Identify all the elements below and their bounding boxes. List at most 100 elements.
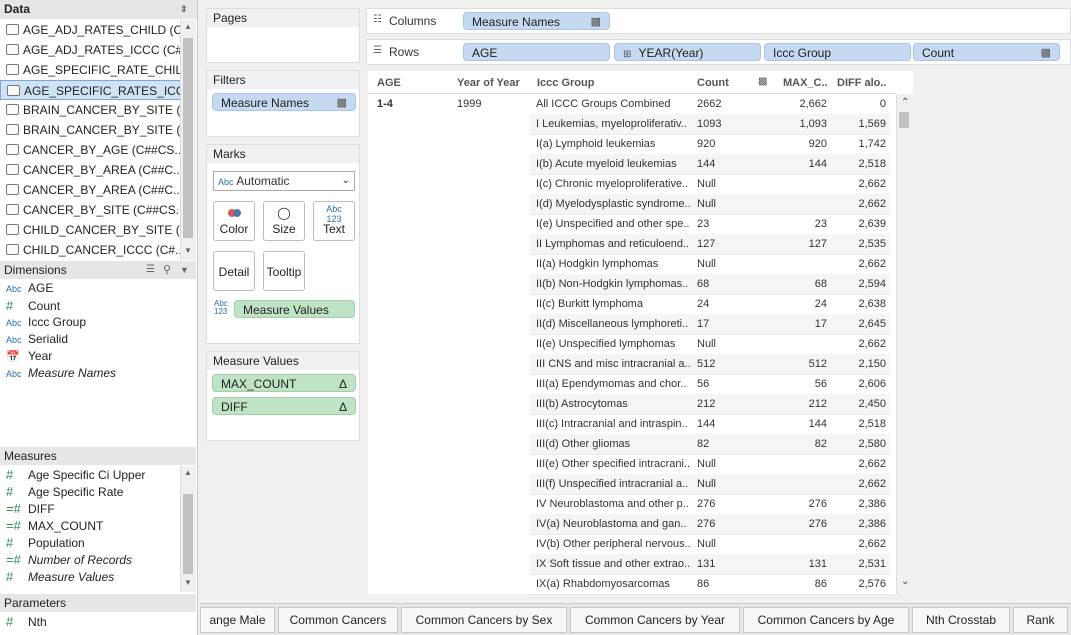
color-icon <box>214 202 254 222</box>
text-button[interactable]: Abc 123 Text <box>313 201 355 241</box>
field-item[interactable]: 📅 Year <box>0 348 196 365</box>
cell-iccc-group: III(a) Ependymomas and chor.. <box>536 378 687 390</box>
cell-count: Null <box>697 478 716 490</box>
field-item[interactable]: =# MAX_COUNT <box>0 517 180 534</box>
view-scrollbar[interactable]: ⌃ ⌄ <box>896 94 913 594</box>
filters-card[interactable]: Filters Measure Names ▩ <box>206 70 360 137</box>
cell-diff: 2,518 <box>858 418 886 430</box>
size-button[interactable]: ◯ Size <box>263 201 305 241</box>
data-source-item[interactable]: CANCER_BY_AREA (C##C... <box>0 180 196 200</box>
text-label: Text <box>322 222 345 236</box>
cell-iccc-group: II(d) Miscellaneous lymphoreti.. <box>536 318 689 330</box>
data-source-label: AGE_SPECIFIC_RATE_CHIL... <box>23 63 193 77</box>
scroll-thumb[interactable] <box>183 494 193 574</box>
data-source-item[interactable]: AGE_ADJ_RATES_ICCC (C#... <box>0 40 196 60</box>
data-source-list: AGE_ADJ_RATES_CHILD (C... AGE_ADJ_RATES_I… <box>0 20 196 260</box>
data-pane-header: Data ⇕ <box>0 0 197 19</box>
scroll-down-icon[interactable]: ⌄ <box>901 576 909 587</box>
tab-range-male[interactable]: ange Male <box>200 607 275 633</box>
scroll-up-icon[interactable]: ▲ <box>184 22 192 31</box>
sort-icon[interactable]: ▩ <box>758 76 767 87</box>
data-source-scrollbar[interactable]: ▲ ▼ <box>180 20 196 260</box>
header-iccc-group[interactable]: Iccc Group <box>537 77 594 89</box>
scroll-up-icon[interactable]: ⌃ <box>901 97 909 108</box>
field-item[interactable]: # Population <box>0 534 180 551</box>
tab-common-cancers[interactable]: Common Cancers <box>278 607 398 633</box>
marks-pill-label: Measure Values <box>243 303 329 317</box>
header-year[interactable]: Year of Year <box>457 77 520 89</box>
data-source-item[interactable]: CANCER_BY_AREA (C##C... <box>0 160 196 180</box>
cell-count: 920 <box>697 138 716 150</box>
field-item[interactable]: # Nth <box>0 613 196 630</box>
expand-icon[interactable]: ⊞ <box>623 49 631 60</box>
detail-label: Detail <box>218 265 250 279</box>
columns-shelf[interactable]: ☷ Columns Measure Names ▩ <box>366 8 1071 34</box>
field-item[interactable]: Abc Iccc Group <box>0 314 196 331</box>
color-button[interactable]: Color <box>213 201 255 241</box>
detail-button[interactable]: Detail <box>213 251 255 291</box>
scroll-up-icon[interactable]: ▲ <box>184 468 192 477</box>
data-source-item[interactable]: CANCER_BY_AGE (C##CS... <box>0 140 196 160</box>
pages-title: Pages <box>207 9 359 27</box>
field-item[interactable]: # Age Specific Rate <box>0 483 180 500</box>
data-source-item[interactable]: BRAIN_CANCER_BY_SITE (... <box>0 100 196 120</box>
header-count[interactable]: Count <box>697 77 729 89</box>
data-source-label: CHILD_CANCER_ICCC (C#... <box>23 243 186 257</box>
scroll-thumb[interactable] <box>899 112 909 128</box>
field-item[interactable]: Abc Serialid <box>0 331 196 348</box>
row-pill-iccc-group[interactable]: Iccc Group <box>764 43 911 61</box>
measure-pill-diff[interactable]: DIFF Δ <box>212 397 356 415</box>
field-item[interactable]: Abc AGE <box>0 280 196 297</box>
tab-nth-crosstab[interactable]: Nth Crosstab <box>912 607 1010 633</box>
header-max-count[interactable]: MAX_C.. <box>783 77 828 89</box>
data-source-item[interactable]: CANCER_BY_SITE (C##CS... <box>0 200 196 220</box>
column-pill-measure-names[interactable]: Measure Names ▩ <box>463 12 610 30</box>
cell-diff: 2,594 <box>858 278 886 290</box>
mark-type-dropdown[interactable]: Abc Automatic ⌄ <box>213 171 355 191</box>
cell-max-count: 512 <box>808 358 827 370</box>
tab-rank[interactable]: Rank <box>1013 607 1068 633</box>
rows-shelf[interactable]: ☰ Rows AGE ⊞ YEAR(Year) Iccc Group Count… <box>366 39 1071 65</box>
data-source-item[interactable]: BRAIN_CANCER_BY_SITE (... <box>0 120 196 140</box>
measures-scrollbar[interactable]: ▲ ▼ <box>180 466 196 592</box>
field-item[interactable]: # Age Specific Ci Upper <box>0 466 180 483</box>
data-source-item[interactable]: CHILD_CANCER_BY_SITE (... <box>0 220 196 240</box>
measure-values-card: Measure Values MAX_COUNT Δ DIFF Δ <box>206 351 360 441</box>
filter-pill-measure-names[interactable]: Measure Names ▩ <box>212 93 356 111</box>
chevron-down-icon[interactable]: ▼ <box>180 261 189 279</box>
data-pane: Data ⇕ AGE_ADJ_RATES_CHILD (C... AGE_ADJ_… <box>0 0 198 635</box>
tooltip-button[interactable]: Tooltip <box>263 251 305 291</box>
database-icon <box>6 224 19 235</box>
view-list-icon[interactable]: ☰ <box>146 261 155 279</box>
field-item[interactable]: Abc Measure Names <box>0 365 196 382</box>
data-source-item[interactable]: AGE_SPECIFIC_RATE_CHIL... <box>0 60 196 80</box>
field-item[interactable]: # Measure Values <box>0 568 180 585</box>
row-pill-year[interactable]: ⊞ YEAR(Year) <box>614 43 761 61</box>
data-source-item[interactable]: AGE_SPECIFIC_RATES_ICC... <box>0 80 196 100</box>
delta-icon: Δ <box>338 400 347 414</box>
field-item[interactable]: =# DIFF <box>0 500 180 517</box>
search-icon[interactable]: ⚲ <box>163 261 171 279</box>
data-source-item[interactable]: CHILD_CANCER_ICCC (C#... <box>0 240 196 260</box>
calculated-measure-icon: =# <box>6 518 21 533</box>
tab-common-cancers-by-age[interactable]: Common Cancers by Age <box>743 607 909 633</box>
scroll-thumb[interactable] <box>183 38 193 238</box>
header-age[interactable]: AGE <box>377 77 401 89</box>
tab-common-cancers-by-sex[interactable]: Common Cancers by Sex <box>401 607 567 633</box>
header-diff[interactable]: DIFF alo.. <box>837 77 887 89</box>
field-label: Age Specific Rate <box>28 485 124 499</box>
field-item[interactable]: =# Number of Records <box>0 551 180 568</box>
marks-pill-measure-values[interactable]: Measure Values <box>234 300 355 318</box>
pages-card[interactable]: Pages <box>206 8 360 63</box>
measure-pill-max-count[interactable]: MAX_COUNT Δ <box>212 374 356 392</box>
field-item[interactable]: # Count <box>0 297 196 314</box>
row-pill-age[interactable]: AGE <box>463 43 610 61</box>
scroll-down-icon[interactable]: ▼ <box>184 578 192 587</box>
row-pill-count[interactable]: Count ▩ <box>913 43 1060 61</box>
pane-menu-icon[interactable]: ⇕ <box>180 0 188 19</box>
scroll-down-icon[interactable]: ▼ <box>184 246 192 255</box>
cell-iccc-group: II(e) Unspecified lymphomas <box>536 338 676 350</box>
measure-values-title: Measure Values <box>207 352 359 370</box>
data-source-item[interactable]: AGE_ADJ_RATES_CHILD (C... <box>0 20 196 40</box>
tab-common-cancers-by-year[interactable]: Common Cancers by Year <box>570 607 740 633</box>
